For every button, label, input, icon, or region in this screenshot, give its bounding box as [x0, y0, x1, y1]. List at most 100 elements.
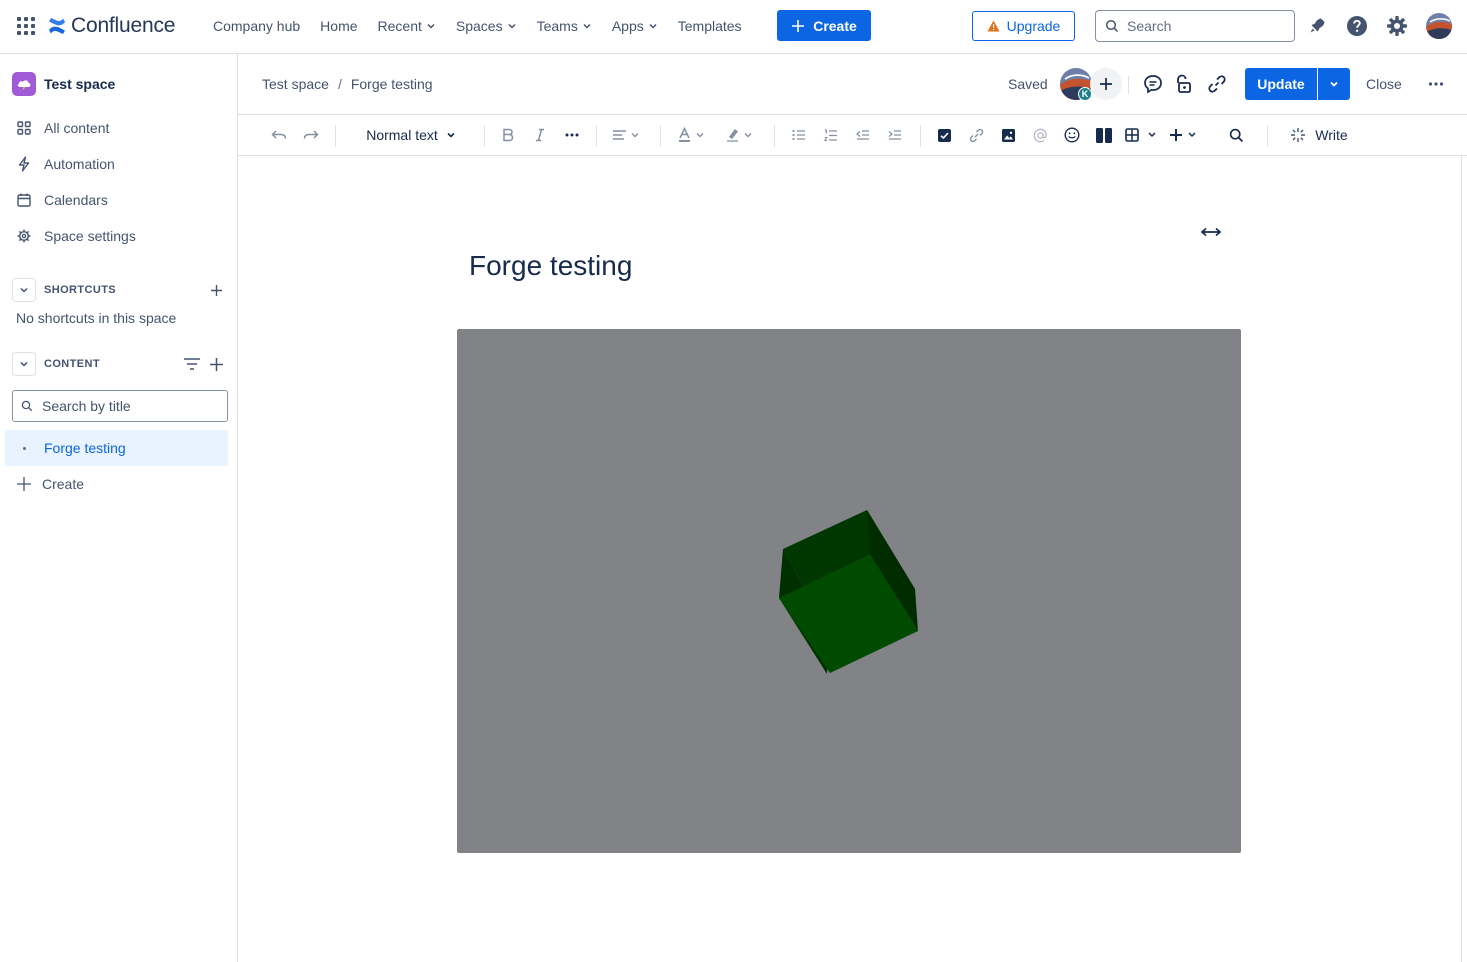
filter-content-button[interactable]: [182, 354, 202, 374]
add-content-button[interactable]: [206, 354, 226, 374]
shortcuts-collapse-toggle[interactable]: [12, 278, 36, 302]
editor-toolbar: Normal text Write: [238, 115, 1467, 156]
forge-app-embed[interactable]: [457, 329, 1241, 853]
close-button[interactable]: Close: [1366, 76, 1402, 92]
app-switcher-icon[interactable]: [16, 16, 36, 36]
toolbar-separator: [335, 125, 336, 147]
breadcrumb-space[interactable]: Test space: [262, 76, 329, 92]
breadcrumb-separator: /: [337, 76, 342, 92]
create-button-label: Create: [813, 17, 857, 34]
mention-icon[interactable]: [1029, 123, 1051, 147]
sidebar-item-label: All content: [44, 120, 110, 136]
chevron-down-icon: [446, 130, 456, 140]
emoji-icon[interactable]: [1061, 123, 1083, 147]
bold-icon[interactable]: [497, 123, 519, 147]
sidebar-item-label: Space settings: [44, 228, 136, 244]
chevron-down-icon: [19, 285, 29, 295]
filter-icon: [183, 357, 201, 371]
bullet-list-icon[interactable]: [788, 123, 810, 147]
create-button[interactable]: Create: [777, 10, 871, 41]
comments-icon[interactable]: [1141, 72, 1165, 96]
outdent-icon[interactable]: [852, 123, 874, 147]
add-shortcut-button[interactable]: [206, 280, 226, 300]
toolbar-separator: [484, 125, 485, 147]
sidebar-item-calendars[interactable]: Calendars: [16, 188, 108, 212]
space-avatar-icon: [12, 72, 36, 96]
space-header[interactable]: Test space: [12, 72, 115, 96]
page-title[interactable]: Forge testing: [469, 250, 632, 282]
sidebar-item-space-settings[interactable]: Space settings: [16, 224, 136, 248]
upgrade-button[interactable]: Upgrade: [972, 11, 1075, 41]
link-icon[interactable]: [965, 123, 987, 147]
sidebar-item-all-content[interactable]: All content: [16, 116, 109, 140]
sparkle-icon: [1290, 127, 1306, 143]
chevron-down-icon: [648, 21, 658, 31]
app-name: Confluence: [71, 14, 176, 37]
indent-icon[interactable]: [884, 123, 906, 147]
grid-icon: [16, 120, 32, 136]
italic-icon[interactable]: [529, 123, 551, 147]
insert-more-icon[interactable]: [1168, 123, 1204, 147]
expand-width-icon[interactable]: [1200, 224, 1222, 240]
shortcuts-label: SHORTCUTS: [44, 284, 117, 296]
text-style-dropdown[interactable]: Normal text: [356, 123, 466, 147]
text-color-icon[interactable]: [676, 123, 710, 147]
toolbar-separator: [920, 125, 921, 147]
global-search[interactable]: [1095, 10, 1295, 42]
layouts-icon[interactable]: [1093, 123, 1115, 147]
more-actions-icon[interactable]: [1424, 72, 1448, 96]
image-icon[interactable]: [997, 123, 1019, 147]
chevron-down-icon: [1328, 78, 1340, 90]
page-tree-item-forge-testing[interactable]: Forge testing: [5, 430, 228, 466]
highlight-icon[interactable]: [724, 123, 758, 147]
content-scroll-track[interactable]: [1461, 156, 1467, 962]
settings-icon[interactable]: [1385, 14, 1409, 38]
nav-label: Teams: [536, 18, 578, 34]
content-collapse-toggle[interactable]: [12, 352, 36, 376]
profile-avatar[interactable]: [1426, 13, 1452, 39]
nav-apps[interactable]: Apps: [602, 10, 668, 42]
nav-templates[interactable]: Templates: [668, 10, 752, 42]
ai-write-button[interactable]: Write: [1286, 123, 1352, 147]
invite-button[interactable]: [1090, 68, 1122, 100]
upgrade-button-label: Upgrade: [1006, 18, 1061, 34]
nav-company-hub[interactable]: Company hub: [203, 10, 310, 42]
nav-teams[interactable]: Teams: [527, 10, 602, 42]
more-formatting-icon[interactable]: [561, 123, 583, 147]
link-icon[interactable]: [1205, 72, 1229, 96]
bullet-icon: [23, 446, 26, 450]
sidebar-item-label: Calendars: [44, 192, 108, 208]
unlock-icon[interactable]: [1171, 72, 1195, 96]
update-options-button[interactable]: [1318, 68, 1350, 100]
find-replace-icon[interactable]: [1225, 123, 1247, 147]
plus-icon: [1099, 77, 1113, 91]
nav-spaces[interactable]: Spaces: [446, 10, 527, 42]
sidebar-create-button[interactable]: Create: [16, 474, 84, 494]
global-search-input[interactable]: [1127, 18, 1277, 34]
content-section-header: CONTENT: [12, 352, 226, 376]
numbered-list-icon[interactable]: [820, 123, 842, 147]
action-item-icon[interactable]: [933, 123, 955, 147]
nav-label: Recent: [377, 18, 422, 34]
editor-content[interactable]: Forge testing: [238, 156, 1461, 962]
breadcrumb-page[interactable]: Forge testing: [351, 76, 433, 92]
table-icon[interactable]: [1123, 123, 1163, 147]
sidebar-item-automation[interactable]: Automation: [16, 152, 115, 176]
search-by-title-input[interactable]: [42, 398, 212, 414]
nav-home[interactable]: Home: [310, 10, 367, 42]
sidebar-item-label: Automation: [44, 156, 115, 172]
no-shortcuts-text: No shortcuts in this space: [16, 310, 177, 326]
alignment-icon[interactable]: [610, 123, 644, 147]
undo-icon[interactable]: [268, 123, 290, 147]
confluence-logo[interactable]: Confluence: [48, 13, 175, 39]
nav-label: Templates: [677, 18, 742, 34]
redo-icon[interactable]: [300, 123, 322, 147]
notifications-icon[interactable]: [1305, 14, 1329, 38]
rotating-cube-canvas: [779, 510, 918, 674]
update-button[interactable]: Update: [1245, 68, 1317, 100]
chevron-down-icon: [426, 21, 436, 31]
help-icon[interactable]: [1345, 14, 1369, 38]
nav-recent[interactable]: Recent: [368, 10, 446, 42]
toolbar-separator: [774, 125, 775, 147]
search-by-title[interactable]: [12, 390, 228, 422]
